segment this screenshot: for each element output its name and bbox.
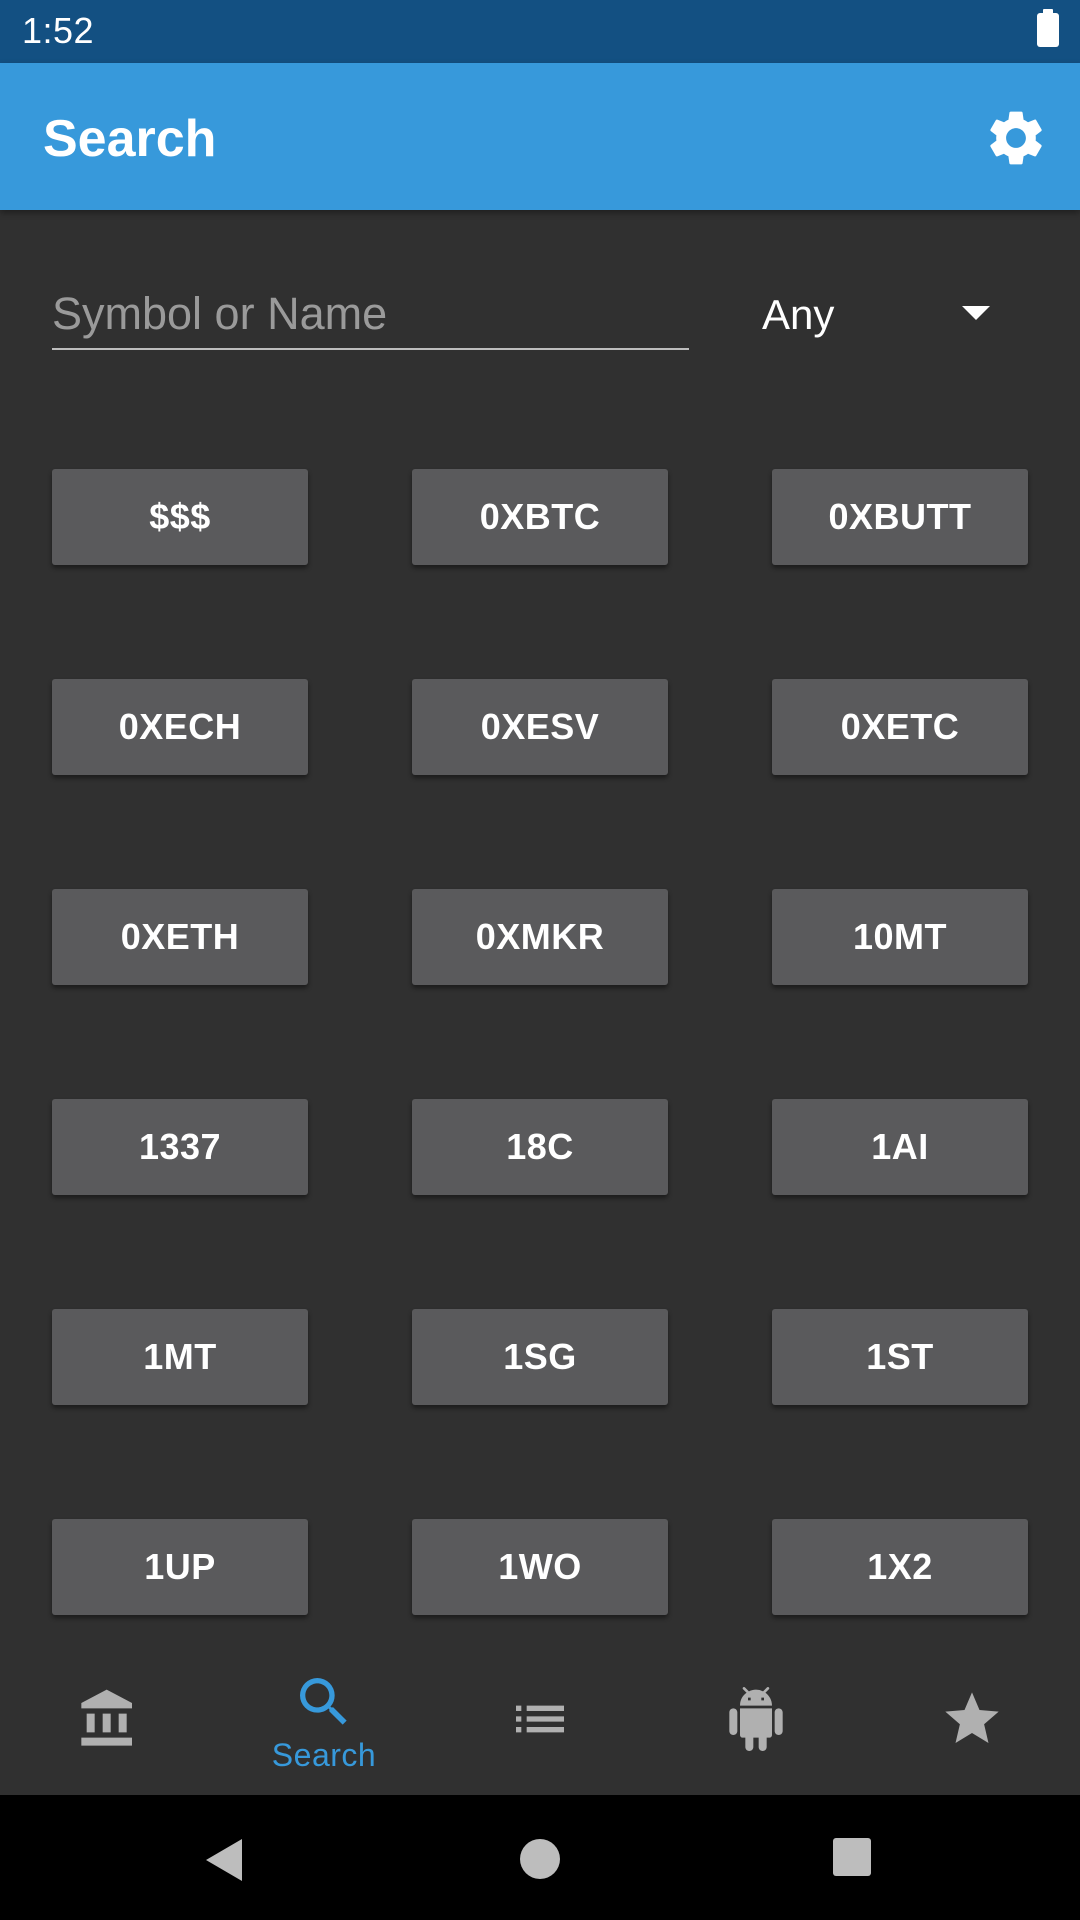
symbol-grid: $$$ 0XBTC 0XBUTT 0XECH 0XESV 0XETC 0XETH… [52,469,1028,1615]
symbol-button[interactable]: $$$ [52,469,308,565]
bottom-navigation: Search [0,1635,1080,1795]
type-filter-dropdown[interactable]: Any [762,280,1032,350]
symbol-button[interactable]: 0XESV [412,679,668,775]
symbol-button[interactable]: 0XBUTT [772,469,1028,565]
type-filter-value: Any [762,291,835,338]
app-bar: Search [0,63,1080,210]
symbol-button[interactable]: 1X2 [772,1519,1028,1615]
nav-item-favorites[interactable] [864,1635,1080,1795]
system-navigation-bar [0,1795,1080,1920]
symbol-button[interactable]: 1AI [772,1099,1028,1195]
symbol-button[interactable]: 1337 [52,1099,308,1195]
symbol-button[interactable]: 18C [412,1099,668,1195]
battery-icon [1037,9,1059,47]
back-icon[interactable] [200,1835,250,1885]
nav-item-search[interactable]: Search [216,1635,432,1795]
home-icon[interactable] [516,1835,564,1883]
settings-button[interactable] [983,105,1049,171]
star-icon [945,1692,999,1743]
symbol-button[interactable]: 0XETC [772,679,1028,775]
dropdown-arrow-icon [962,306,990,320]
symbol-button[interactable]: 1SG [412,1309,668,1405]
symbol-button[interactable]: 1MT [52,1309,308,1405]
symbol-button[interactable]: 10MT [772,889,1028,985]
symbol-button[interactable]: 0XBTC [412,469,668,565]
symbol-button[interactable]: 0XECH [52,679,308,775]
android-icon [729,1687,783,1751]
search-icon [300,1678,347,1725]
symbol-button[interactable]: 1WO [412,1519,668,1615]
nav-item-android[interactable] [648,1635,864,1795]
status-bar: 1:52 [0,0,1080,63]
symbol-button[interactable]: 1UP [52,1519,308,1615]
bank-icon [81,1689,132,1746]
page-title: Search [43,110,217,168]
symbol-button[interactable]: 1ST [772,1309,1028,1405]
nav-item-list[interactable] [432,1635,648,1795]
status-time: 1:52 [22,10,95,51]
list-icon [516,1705,564,1733]
nav-item-exchanges[interactable] [0,1635,216,1795]
search-input[interactable] [52,280,689,350]
symbol-button[interactable]: 0XETH [52,889,308,985]
nav-label-search: Search [271,1737,377,1773]
symbol-button[interactable]: 0XMKR [412,889,668,985]
recents-icon[interactable] [830,1835,874,1879]
gear-icon [990,111,1042,165]
